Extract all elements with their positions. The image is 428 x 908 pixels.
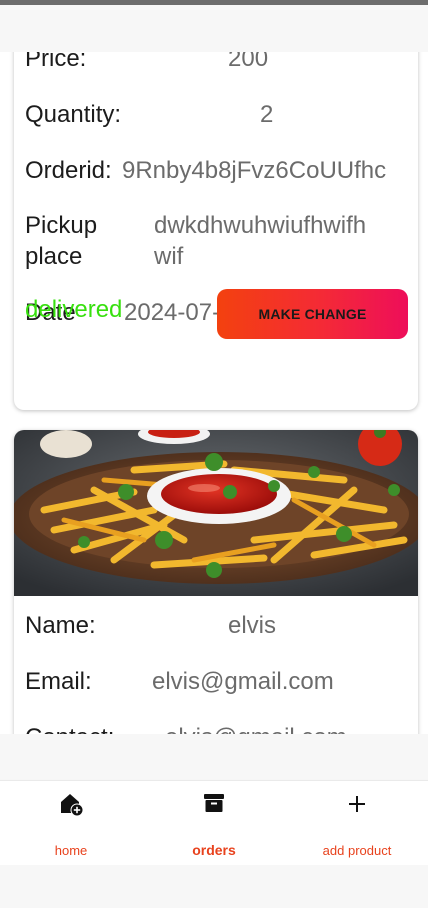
nav-home-label: home (54, 843, 88, 858)
nav-add-product[interactable]: add product (286, 781, 428, 865)
name-value: elvis (228, 612, 277, 639)
customer-card: Name: elvis Email: elvis@gmail.com Conta… (14, 430, 418, 734)
orders-box-icon (204, 794, 224, 812)
top-spacer (0, 5, 428, 52)
nav-add-product-label: add product (322, 843, 392, 858)
orders-list[interactable]: Price: 200 Quantity: 2 Orderid: 9Rnby4b8… (0, 52, 428, 734)
nav-home[interactable]: home (0, 781, 142, 865)
make-change-button[interactable]: MAKE CHANGE (217, 289, 408, 339)
french-fries-image (14, 430, 418, 596)
email-value: elvis@gmail.com (152, 668, 334, 695)
order-card: Price: 200 Quantity: 2 Orderid: 9Rnby4b8… (14, 52, 418, 410)
status-section: delivered MAKE CHANGE (14, 53, 418, 410)
bottom-spacer (0, 865, 428, 908)
contact-label: Contact: (25, 722, 114, 734)
home-add-icon (61, 794, 84, 817)
plus-icon (349, 796, 365, 812)
order-status: delivered (25, 296, 123, 323)
email-label: Email: (25, 668, 92, 695)
nav-orders-label: orders (192, 842, 236, 858)
name-label: Name: (25, 612, 96, 639)
contact-value: elvis@gmail.com (165, 722, 347, 734)
nav-orders[interactable]: orders (143, 781, 285, 865)
bottom-navigation: home orders add product (0, 780, 428, 865)
